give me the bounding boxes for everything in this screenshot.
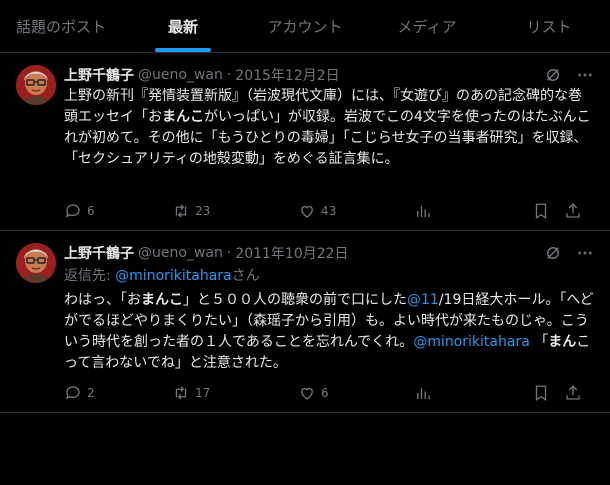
like-button[interactable]: 43 <box>298 202 336 220</box>
repost-icon <box>175 386 187 400</box>
tab-latest-label: 最新 <box>167 17 198 36</box>
author-handle[interactable]: @ueno_wan <box>138 245 223 261</box>
bookmark-button[interactable] <box>532 384 550 402</box>
post[interactable]: 上野千鶴子 @ueno_wan · 2011年10月22日 返信先: @mino… <box>0 231 610 413</box>
header-separator: · <box>226 67 232 83</box>
reply-count: 6 <box>87 204 95 218</box>
reply-icon <box>65 386 80 400</box>
author-name[interactable]: 上野千鶴子 <box>64 65 134 85</box>
post-header: 上野千鶴子 @ueno_wan · 2015年12月2日 <box>64 65 594 85</box>
repost-icon <box>175 204 187 218</box>
heart-icon <box>301 205 313 218</box>
post-date[interactable]: 2015年12月2日 <box>235 65 339 85</box>
replying-to: 返信先: @minorikitaharaさん <box>64 268 260 284</box>
bookmark-button[interactable] <box>532 202 550 220</box>
views-button[interactable] <box>414 202 432 220</box>
repost-count: 23 <box>195 204 211 218</box>
like-button[interactable]: 6 <box>298 384 329 402</box>
share-icon <box>566 385 580 400</box>
repost-count: 17 <box>195 386 211 400</box>
header-separator: · <box>226 245 232 261</box>
tab-accounts[interactable]: アカウント <box>244 0 366 52</box>
post-actions: 6 23 43 <box>64 201 594 221</box>
reply-icon <box>65 204 80 218</box>
more-icon[interactable] <box>576 244 594 262</box>
bookmark-icon <box>535 203 547 220</box>
repost-button[interactable]: 23 <box>172 202 210 220</box>
tab-top-label: 話題のポスト <box>15 17 106 36</box>
views-icon <box>417 205 430 217</box>
avatar-illustration <box>16 243 56 283</box>
share-button[interactable] <box>564 384 582 402</box>
post-text: 上野の新刊『発情装置新版』（岩波現代文庫）には、『女遊び』のあの記念碑的な巻頭エ… <box>64 88 591 167</box>
grok-icon[interactable] <box>544 244 562 262</box>
post-text: わはっ、「おまんこ」と５００人の聴衆の前で口にした@11/19日経大ホール。「へ… <box>64 292 594 371</box>
avatar[interactable] <box>16 243 56 283</box>
share-button[interactable] <box>564 202 582 220</box>
tab-latest[interactable]: 最新 <box>122 0 244 52</box>
avatar[interactable] <box>16 65 56 105</box>
post[interactable]: 上野千鶴子 @ueno_wan · 2015年12月2日 上野の新刊『発情装置新… <box>0 53 610 231</box>
mention-link[interactable]: @11 <box>407 292 439 308</box>
tab-lists[interactable]: リスト <box>488 0 610 52</box>
views-icon <box>417 387 430 399</box>
post-actions: 2 17 6 <box>64 383 594 403</box>
timeline-tabs: 話題のポスト 最新 アカウント メディア リスト <box>0 0 610 53</box>
more-icon[interactable] <box>576 66 594 84</box>
author-handle[interactable]: @ueno_wan <box>138 67 223 83</box>
bookmark-icon <box>535 385 547 402</box>
author-name[interactable]: 上野千鶴子 <box>64 243 134 263</box>
replying-mention[interactable]: @minorikitahara <box>115 268 231 284</box>
active-tab-indicator <box>155 48 211 52</box>
mention-link[interactable]: @minorikitahara <box>413 334 529 350</box>
like-count: 6 <box>321 386 329 400</box>
tab-lists-label: リスト <box>526 17 572 36</box>
grok-icon[interactable] <box>544 66 562 84</box>
post-header: 上野千鶴子 @ueno_wan · 2011年10月22日 <box>64 243 594 263</box>
like-count: 43 <box>321 204 337 218</box>
tab-media-label: メディア <box>397 17 457 36</box>
repost-button[interactable]: 17 <box>172 384 210 402</box>
views-button[interactable] <box>414 384 432 402</box>
tab-accounts-label: アカウント <box>267 17 343 36</box>
reply-button[interactable]: 6 <box>64 202 95 220</box>
tab-media[interactable]: メディア <box>366 0 488 52</box>
reply-button[interactable]: 2 <box>64 384 95 402</box>
post-date[interactable]: 2011年10月22日 <box>235 243 348 263</box>
avatar-illustration <box>16 65 56 105</box>
tab-top[interactable]: 話題のポスト <box>0 0 122 52</box>
heart-icon <box>301 387 313 400</box>
share-icon <box>566 203 580 218</box>
reply-count: 2 <box>87 386 95 400</box>
